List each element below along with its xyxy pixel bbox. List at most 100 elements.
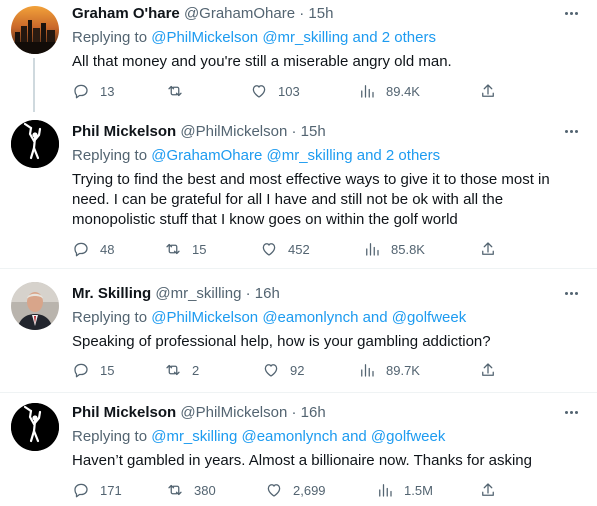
more-options-icon[interactable] <box>565 288 583 298</box>
reply-button[interactable]: 15 <box>72 360 114 380</box>
more-options-icon[interactable] <box>565 407 583 417</box>
like-button[interactable]: 103 <box>250 81 300 101</box>
views-chart-icon <box>361 85 374 98</box>
reply-count: 13 <box>100 83 115 99</box>
views-count: 1.5M <box>404 482 433 498</box>
heart-icon <box>264 364 278 377</box>
tweet-text-line: All that money and you're still a misera… <box>72 53 452 70</box>
replying-to-label: Replying to <box>72 147 148 164</box>
replying-to: Replying to @GrahamOhare @mr_skilling an… <box>72 146 583 166</box>
reply-count: 15 <box>100 362 115 378</box>
action-bar: 171 380 2,699 1.5M <box>72 480 502 500</box>
views-button[interactable]: 89.4K <box>358 81 420 101</box>
action-bar: 48 15 452 85.8K <box>72 239 502 259</box>
user-handle[interactable]: @GrahamOhare <box>184 5 295 22</box>
avatar[interactable] <box>11 403 59 451</box>
city-skyline-photo-icon <box>11 6 59 54</box>
tweet-header: Mr. Skilling @mr_skilling · 16h <box>72 284 583 304</box>
tweet-text: All that money and you're still a misera… <box>72 52 583 72</box>
display-name[interactable]: Phil Mickelson <box>72 123 176 140</box>
user-handle[interactable]: @PhilMickelson <box>180 404 287 421</box>
like-count: 452 <box>288 241 310 257</box>
tweet-header: Phil Mickelson @PhilMickelson · 16h <box>72 403 583 423</box>
share-button[interactable] <box>479 81 497 101</box>
mentions-link[interactable]: @mr_skilling @eamonlynch and @golfweek <box>151 428 445 445</box>
views-chart-icon <box>361 364 374 377</box>
heart-icon <box>252 85 266 98</box>
views-chart-icon <box>366 243 379 256</box>
retweet-count: 380 <box>194 482 216 498</box>
reply-icon <box>74 483 88 498</box>
user-handle[interactable]: @PhilMickelson <box>180 123 287 140</box>
share-button[interactable] <box>479 480 497 500</box>
tweet-text-line: monopolistic stuff that I know goes on w… <box>72 211 458 228</box>
tweet-text-line: Speaking of professional help, how is yo… <box>72 333 491 350</box>
like-button[interactable]: 452 <box>260 239 310 259</box>
tweet[interactable]: Mr. Skilling @mr_skilling · 16h Replying… <box>0 269 597 392</box>
mentions-link[interactable]: @PhilMickelson @mr_skilling and 2 others <box>151 29 436 46</box>
replying-to-label: Replying to <box>72 309 148 326</box>
share-button[interactable] <box>479 239 497 259</box>
display-name[interactable]: Mr. Skilling <box>72 285 151 302</box>
display-name[interactable]: Phil Mickelson <box>72 404 176 421</box>
views-button[interactable]: 89.7K <box>358 360 420 380</box>
reply-button[interactable]: 171 <box>72 480 122 500</box>
separator: · <box>299 5 305 22</box>
views-count: 85.8K <box>391 241 425 257</box>
retweet-icon <box>168 85 182 97</box>
tweet[interactable]: Phil Mickelson @PhilMickelson · 15h Repl… <box>0 112 597 268</box>
like-button[interactable]: 2,699 <box>265 480 326 500</box>
action-bar: 15 2 92 89.7K <box>72 360 502 380</box>
thread-line <box>33 58 35 112</box>
retweet-button[interactable]: 15 <box>164 239 206 259</box>
retweet-button[interactable]: 380 <box>166 480 216 500</box>
views-count: 89.4K <box>386 83 420 99</box>
mentions-link[interactable]: @GrahamOhare @mr_skilling and 2 others <box>151 147 440 164</box>
separator: · <box>291 404 297 421</box>
retweet-button[interactable]: 2 <box>164 360 199 380</box>
reply-icon <box>74 363 88 378</box>
tweet-header: Graham O'hare @GrahamOhare · 15h <box>72 4 583 24</box>
timestamp[interactable]: 15h <box>301 123 326 140</box>
retweet-icon <box>168 484 182 496</box>
avatar[interactable] <box>11 282 59 330</box>
retweet-icon <box>166 243 180 255</box>
share-icon <box>482 363 494 376</box>
views-button[interactable]: 1.5M <box>376 480 433 500</box>
action-bar: 13 103 89.4K <box>72 81 502 101</box>
separator: · <box>291 123 297 140</box>
views-chart-icon <box>379 484 392 497</box>
tweet-text-line: need. I can be grateful for all I have a… <box>72 191 504 208</box>
display-name[interactable]: Graham O'hare <box>72 5 180 22</box>
golfer-silhouette-icon <box>11 403 59 451</box>
like-button[interactable]: 92 <box>262 360 304 380</box>
reply-button[interactable]: 48 <box>72 239 114 259</box>
share-icon <box>482 84 494 97</box>
reply-count: 48 <box>100 241 115 257</box>
like-count: 103 <box>278 83 300 99</box>
avatar[interactable] <box>11 6 59 54</box>
retweet-button[interactable] <box>166 81 194 101</box>
tweet-text-line: Trying to find the best and most effecti… <box>72 171 550 188</box>
tweet[interactable]: Graham O'hare @GrahamOhare · 15h Replyin… <box>0 0 597 112</box>
reply-count: 171 <box>100 482 122 498</box>
reply-icon <box>74 84 88 99</box>
reply-icon <box>74 242 88 257</box>
tweet[interactable]: Phil Mickelson @PhilMickelson · 16h Repl… <box>0 393 597 506</box>
timestamp[interactable]: 16h <box>301 404 326 421</box>
tweet-text-line: Haven’t gambled in years. Almost a billi… <box>72 452 532 469</box>
more-options-icon[interactable] <box>565 126 583 136</box>
replying-to-label: Replying to <box>72 29 148 46</box>
user-handle[interactable]: @mr_skilling <box>155 285 241 302</box>
mentions-link[interactable]: @PhilMickelson @eamonlynch and @golfweek <box>151 309 466 326</box>
timestamp[interactable]: 16h <box>255 285 280 302</box>
reply-button[interactable]: 13 <box>72 81 114 101</box>
views-button[interactable]: 85.8K <box>363 239 425 259</box>
avatar[interactable] <box>11 120 59 168</box>
heart-icon <box>267 484 281 497</box>
more-options-icon[interactable] <box>565 8 583 18</box>
share-button[interactable] <box>479 360 497 380</box>
timestamp[interactable]: 15h <box>308 5 333 22</box>
man-in-suit-photo-icon <box>11 282 59 330</box>
replying-to-label: Replying to <box>72 428 148 445</box>
